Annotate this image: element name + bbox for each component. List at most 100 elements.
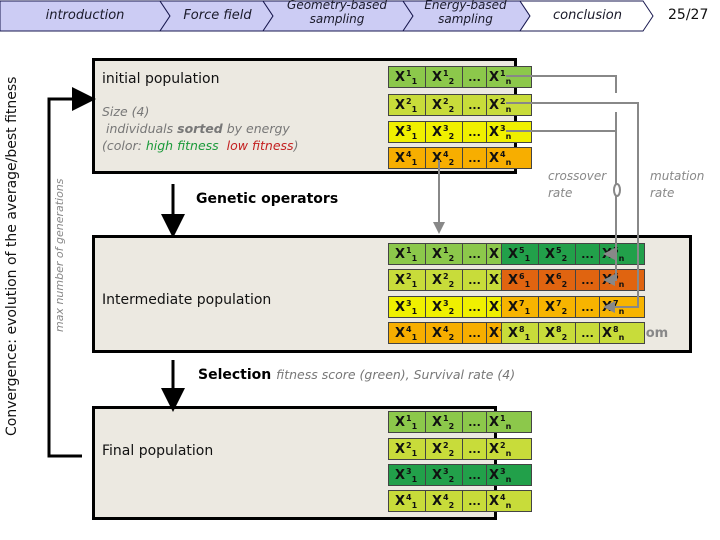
gene-cell: X11	[389, 412, 426, 432]
max-generations-label: max number of generations	[53, 178, 66, 332]
gene-cell: X21	[389, 95, 426, 115]
section-nav: introduction Force field Geometry-based …	[0, 0, 720, 34]
gene-ellipsis: ...	[463, 270, 487, 290]
gene-ellipsis: ...	[576, 244, 600, 264]
low-fitness-legend: low fitness	[226, 138, 294, 153]
gene-cell: X11	[389, 67, 426, 87]
nav-geometry-line2: sampling	[309, 12, 365, 26]
individual-x1: X11X12...X1n	[388, 66, 532, 88]
nav-introduction[interactable]: introduction	[20, 0, 150, 32]
initial-population-title: initial population	[102, 71, 220, 87]
individual-x2: X21X22...X2n	[388, 438, 532, 460]
gene-ellipsis: ...	[463, 244, 487, 264]
crossover-rate-label: crossover rate	[548, 169, 607, 200]
gene-cell: X32	[426, 465, 463, 485]
gene-cell: X3n	[489, 123, 512, 141]
individual-x8: X 8 1 X 8 2... X 8 n	[501, 322, 645, 344]
gene-cell: X5n	[602, 245, 625, 263]
gene-cell: X52	[539, 244, 576, 264]
nav-geometry-based-sampling[interactable]: Geometry-based sampling	[273, 0, 401, 32]
gene-cell: X62	[539, 270, 576, 290]
gene-ellipsis: ...	[463, 323, 487, 343]
gene-cell: X4n	[489, 492, 512, 510]
gene-cell: X8n	[602, 324, 625, 342]
gene-cell: X31	[389, 122, 426, 142]
gene-cell: X7n	[602, 298, 625, 316]
individual-x7: X 7 1 X 7 2... X 7 n	[501, 296, 645, 318]
gene-ellipsis: ...	[463, 67, 487, 87]
individual-x4: X41X42...X4n	[388, 147, 532, 169]
gene-cell: X1n	[489, 413, 512, 431]
nav-energy-based-sampling[interactable]: Energy-based sampling	[413, 0, 518, 32]
initial-sorted-line: individuals sorted by energy	[105, 121, 290, 136]
gene-cell: X32	[426, 297, 463, 317]
gene-cell: X41	[389, 491, 426, 511]
intermediate-population-title: Intermediate population	[102, 292, 272, 308]
initial-color-legend: (color: high fitness low fitness)	[102, 138, 299, 153]
individual-x3: X31X32...X3n	[388, 121, 532, 143]
individual-x6: X 6 1 X 6 2... X 6 n	[501, 269, 645, 291]
gene-ellipsis: ...	[576, 270, 600, 290]
individual-x2: X21X22...X2n	[388, 94, 532, 116]
high-fitness-legend: high fitness	[145, 138, 219, 153]
gene-cell: X22	[426, 95, 463, 115]
initial-population-desc: Size (4) individuals sorted by energy (c…	[102, 103, 298, 154]
page-number: 25/27	[668, 7, 709, 23]
selection-label: Selection fitness score (green), Surviva…	[198, 367, 516, 383]
gene-cell: X12	[426, 412, 463, 432]
gene-cell: X6n	[602, 271, 625, 289]
gene-cell: X61	[502, 270, 539, 290]
gene-ellipsis: ...	[463, 412, 487, 432]
individual-x5: X 5 1 X 5 2... X 5 n	[501, 243, 645, 265]
final-population-title: Final population	[102, 443, 214, 459]
nav-conclusion[interactable]: conclusion	[530, 0, 645, 32]
nav-geometry-line1: Geometry-based	[287, 0, 387, 12]
convergence-label: Convergence: evolution of the average/be…	[4, 76, 20, 436]
gene-cell: X22	[426, 270, 463, 290]
gene-cell: X4n	[489, 149, 512, 167]
gene-cell: X11	[389, 244, 426, 264]
gene-ellipsis: ...	[576, 323, 600, 343]
gene-cell: X12	[426, 244, 463, 264]
crossover-junction-icon	[613, 183, 621, 197]
gene-cell: X21	[389, 439, 426, 459]
nav-force-field[interactable]: Force field	[170, 0, 265, 32]
selection-note: fitness score (green), Survival rate (4)	[276, 367, 516, 382]
gene-cell: X22	[426, 439, 463, 459]
gene-cell: X81	[502, 323, 539, 343]
gene-ellipsis: ...	[463, 465, 487, 485]
gene-ellipsis: ...	[463, 297, 487, 317]
nav-energy-line2: sampling	[438, 12, 493, 26]
gene-cell: X3n	[489, 466, 512, 484]
gene-cell: X42	[426, 491, 463, 511]
individual-x1: X11X12...X1n	[388, 411, 532, 433]
gene-cell: X51	[502, 244, 539, 264]
gene-cell: X72	[539, 297, 576, 317]
mutation-rate-label: mutation rate	[650, 169, 705, 200]
gene-ellipsis: ...	[463, 491, 487, 511]
gene-cell: X31	[389, 465, 426, 485]
gene-cell: X12	[426, 67, 463, 87]
gene-cell: X32	[426, 122, 463, 142]
gene-ellipsis: ...	[463, 122, 487, 142]
gene-cell: X41	[389, 323, 426, 343]
individual-x3: X31X32...X3n	[388, 464, 532, 486]
gene-cell: X21	[389, 270, 426, 290]
gene-cell: X1n	[489, 68, 512, 86]
gene-cell: X71	[502, 297, 539, 317]
gene-cell: X2n	[489, 96, 512, 114]
gene-cell: X42	[426, 148, 463, 168]
gene-cell: X42	[426, 323, 463, 343]
gene-ellipsis: ...	[463, 439, 487, 459]
genetic-operators-label: Genetic operators	[196, 191, 339, 207]
gene-cell: X31	[389, 297, 426, 317]
gene-cell: X82	[539, 323, 576, 343]
gene-ellipsis: ...	[463, 148, 487, 168]
individual-x4: X41X42...X4n	[388, 490, 532, 512]
gene-cell: X41	[389, 148, 426, 168]
gene-cell: X2n	[489, 440, 512, 458]
gene-ellipsis: ...	[463, 95, 487, 115]
gene-ellipsis: ...	[576, 297, 600, 317]
initial-size: Size (4)	[102, 104, 150, 119]
nav-energy-line1: Energy-based	[424, 0, 507, 12]
